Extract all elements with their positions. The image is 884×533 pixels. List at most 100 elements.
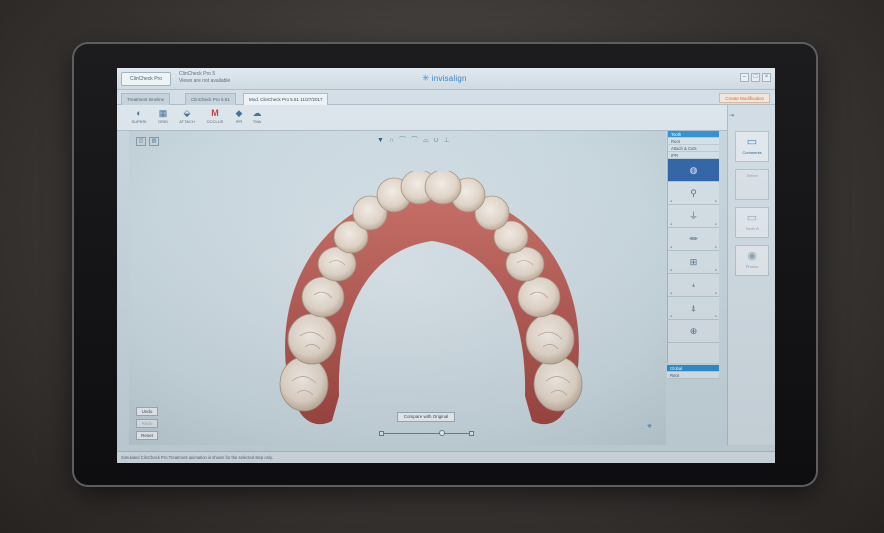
stage-cell[interactable]: ⍋ ◂ ▸ [668, 297, 719, 320]
stage-tooth-icon: ⍋ [690, 303, 697, 313]
stage-cell[interactable]: ⚲ ◂ ▸ [668, 182, 719, 205]
stage-right-arrow-icon[interactable]: ▸ [715, 245, 717, 249]
select-button[interactable]: Select [735, 169, 769, 200]
tool-grid[interactable]: ▦ GRID [151, 108, 175, 125]
photos-label: Photos [745, 264, 759, 269]
staging-global-tab[interactable]: Global [667, 365, 719, 372]
stage-cell[interactable]: ⊞ ◂ ▸ [668, 251, 719, 274]
tooth-movement-icon: ☁ [252, 108, 262, 118]
maximize-icon[interactable]: □ [751, 73, 760, 82]
tool-attach[interactable]: ⬙ ATTACH [175, 108, 199, 125]
view-right-icon[interactable]: ⌒ [411, 137, 418, 145]
tool-occlusion[interactable]: M OCCLUS [203, 108, 227, 125]
close-icon[interactable]: × [762, 73, 771, 82]
tooth-superimpose-icon: ◐ [136, 108, 142, 118]
redo-button[interactable]: Redo [136, 419, 158, 428]
collapse-panel-icon[interactable]: ⇥ [729, 112, 734, 119]
stage-cell[interactable]: ⏛ ◂ ▸ [668, 228, 719, 251]
stage-left-arrow-icon[interactable]: ◂ [670, 222, 672, 226]
view-lower-icon[interactable]: ∪ [434, 137, 439, 145]
view-front-icon[interactable]: ∩ [389, 137, 394, 145]
stage-right-arrow-icon[interactable]: ▸ [715, 314, 717, 318]
stage-tooth-icon: ⊕ [689, 326, 698, 336]
single-view-icon[interactable]: ◫ [136, 137, 146, 146]
stage-cell[interactable]: ⊕ [668, 320, 719, 343]
info-line-2: Views are not available [179, 78, 231, 84]
tool-label: GRID [158, 119, 168, 124]
photos-button[interactable]: ◉ Photos [735, 245, 769, 276]
app-window: ClinCheck Pro ClinCheck Pro 5 Views are … [117, 68, 775, 463]
brand-logo: ✳ invisalign [422, 73, 467, 84]
stage-tooth-icon: ⏚ [688, 211, 698, 221]
minimize-icon[interactable]: – [740, 73, 749, 82]
tooth-b-label: Tooth B [745, 226, 759, 231]
view-bottom-icon[interactable]: ⊥ [444, 137, 450, 145]
slider-thumb[interactable] [439, 430, 445, 436]
tool-superimpose[interactable]: ◐ SUPERI [127, 108, 151, 125]
undo-button[interactable]: Undo [136, 407, 158, 416]
title-bar: ClinCheck Pro ClinCheck Pro 5 Views are … [117, 68, 775, 90]
tooth-b-button[interactable]: ▭ Tooth B [735, 207, 769, 238]
tool-label: SUPERI [131, 119, 147, 124]
info-line-1: ClinCheck Pro 5 [179, 71, 216, 77]
staging-tab-ipr[interactable]: IPR [668, 152, 719, 159]
view-back-icon[interactable]: ⌓ [423, 137, 429, 145]
staging-root-tab[interactable]: Root [667, 372, 719, 379]
stage-left-arrow-icon[interactable]: ◂ [670, 291, 672, 295]
3d-viewport[interactable]: ◫ ▥ ▼ ∩ ⌒ ⌒ ⌓ ∪ ⊥ Undo Redo Reset Compar… [129, 131, 666, 445]
staging-tab-attach[interactable]: Attach & Cuts [668, 145, 719, 152]
view-orientation-tools: ▼ ∩ ⌒ ⌒ ⌓ ∪ ⊥ [377, 137, 450, 145]
tooth [517, 276, 561, 318]
stage-cell[interactable]: ⍖ ◂ ▸ [668, 274, 719, 297]
comment-icon: ▭ [746, 136, 758, 148]
staging-panel: Tooth Root Attach & Cuts IPR ◍ ⚲ ◂ ▸ ⏚ ◂ ▸ ⏛… [667, 131, 719, 363]
view-left-icon[interactable]: ⌒ [399, 137, 406, 145]
brand-text: invisalign [431, 74, 467, 83]
stage-left-arrow-icon[interactable]: ◂ [670, 245, 672, 249]
stage-left-arrow-icon[interactable]: ◂ [670, 314, 672, 318]
stage-left-arrow-icon[interactable]: ◂ [670, 268, 672, 272]
stage-right-arrow-icon[interactable]: ▸ [715, 222, 717, 226]
stage-tooth-icon: ⍖ [690, 280, 697, 290]
stage-cell[interactable]: ◍ [668, 159, 719, 182]
stage-right-arrow-icon[interactable]: ▸ [715, 268, 717, 272]
select-label: Select [746, 173, 758, 178]
status-bar: Simulated ClinCheck Pro Treatment animat… [117, 451, 775, 463]
grid-icon: ▦ [158, 108, 168, 118]
tab-bar: Treatment timeline ClinCheck Pro 5.61 Mo… [117, 90, 775, 105]
comments-label: Comments [742, 150, 762, 155]
stage-slider[interactable] [379, 430, 474, 437]
tab-clincheck-pro[interactable]: ClinCheck Pro 5.61 [185, 93, 236, 105]
view-upper-icon[interactable]: ▼ [377, 137, 384, 145]
camera-icon: ◉ [747, 250, 757, 262]
staging-tab-tooth[interactable]: Tooth [668, 131, 719, 138]
tooth [279, 356, 329, 412]
tooth [424, 171, 462, 205]
stage-right-arrow-icon[interactable]: ▸ [715, 291, 717, 295]
dental-arch-model[interactable] [267, 171, 595, 431]
staging-footer: Global Root [667, 365, 719, 379]
create-modification-button[interactable]: Create Modification [719, 93, 770, 103]
video-icon: ▭ [746, 212, 758, 224]
app-menu-button[interactable]: ClinCheck Pro [121, 72, 171, 86]
view-layout-icons: ◫ ▥ [136, 137, 159, 146]
tool-tma[interactable]: ☁ TMA [245, 108, 269, 125]
stage-right-arrow-icon[interactable]: ▸ [715, 199, 717, 203]
recenter-crosshair-icon[interactable]: ⌖ [647, 421, 652, 432]
compare-with-original-button[interactable]: Compare with Original [397, 412, 455, 422]
reset-button[interactable]: Reset [136, 431, 158, 440]
toolbar: ◐ SUPERI ▦ GRID ⬙ ATTACH M OCCLUS ◆ IPR … [117, 105, 775, 131]
comments-button[interactable]: ▭ Comments [735, 131, 769, 162]
tab-treatment-timeline[interactable]: Treatment timeline [121, 93, 171, 105]
tool-label: TMA [252, 119, 262, 124]
stage-left-arrow-icon[interactable]: ◂ [670, 199, 672, 203]
tab-modification[interactable]: Mod. ClinCheck Pro 5.61 11/27/2017 [243, 93, 329, 105]
stage-cell[interactable]: ⏚ ◂ ▸ [668, 205, 719, 228]
slider-track [384, 433, 469, 434]
slider-end-handle[interactable] [469, 431, 474, 436]
title-info: ClinCheck Pro 5 Views are not available [179, 71, 230, 85]
staging-tab-root[interactable]: Root [668, 138, 719, 145]
stage-tooth-icon: ⊞ [689, 257, 698, 267]
split-view-icon[interactable]: ▥ [149, 137, 159, 146]
tooth [287, 313, 337, 365]
